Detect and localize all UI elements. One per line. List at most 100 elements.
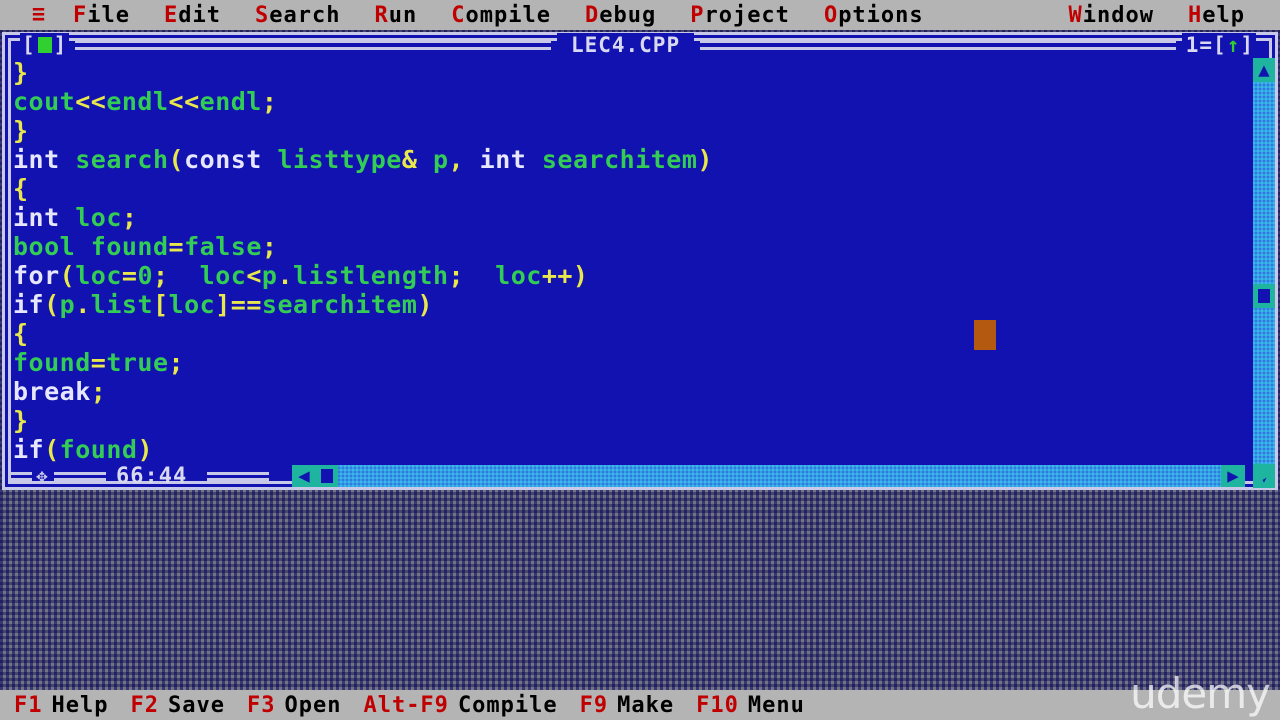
horizontal-scrollbar[interactable]: ◀ ▶ <box>292 465 1245 487</box>
horizontal-scrollbar-thumb[interactable] <box>316 465 338 487</box>
menu-hotkey: P <box>690 2 705 28</box>
code-token: found <box>13 348 91 377</box>
code-token: . <box>277 261 293 290</box>
code-token: = <box>90 348 107 377</box>
window-number: 1 <box>1185 33 1200 57</box>
code-token: < <box>246 261 262 290</box>
close-box-square <box>37 37 52 53</box>
code-line: { <box>13 174 1245 203</box>
code-token: listtype <box>277 145 402 174</box>
code-token: loc <box>199 261 247 290</box>
menu-item-options[interactable]: Options <box>824 3 924 28</box>
code-text-area[interactable]: } cout<<endl<<endl;} int search(const list… <box>13 58 1245 462</box>
menu-item-run[interactable]: Run <box>374 3 417 28</box>
menu-item-edit[interactable]: Edit <box>164 3 221 28</box>
fnkey-label: F1 <box>14 692 43 718</box>
vertical-scrollbar[interactable]: ▲ ▼ <box>1253 58 1275 488</box>
menu-item-file[interactable]: File <box>73 3 130 28</box>
window-resize-corner[interactable] <box>1248 462 1278 490</box>
fnkey-menu[interactable]: F10 Menu <box>696 693 805 718</box>
code-token: ; <box>261 232 278 261</box>
code-token: loc <box>75 203 122 232</box>
scroll-up-arrow-icon[interactable]: ▲ <box>1253 58 1275 82</box>
code-token: . <box>75 290 91 319</box>
code-line: } <box>13 406 1245 435</box>
code-token: int <box>13 203 60 232</box>
fnkey-action: Save <box>167 692 225 718</box>
code-token: [ <box>153 290 169 319</box>
vertical-scrollbar-thumb[interactable] <box>1253 284 1275 308</box>
menu-item-help[interactable]: Help <box>1188 3 1245 28</box>
resize-grip-icon[interactable]: ✥ <box>32 465 52 487</box>
code-token: } <box>13 406 29 435</box>
fnkey-compile[interactable]: Alt-F9 Compile <box>363 693 557 718</box>
line-column-indicator: 66:44 <box>116 463 188 489</box>
code-token: endl <box>106 87 169 116</box>
code-token: ( <box>59 261 76 290</box>
fnkey-label: F2 <box>130 692 159 718</box>
fnkey-help[interactable]: F1 Help <box>14 693 108 718</box>
menu-label: elp <box>1202 2 1245 28</box>
window-number-and-zoom-box[interactable]: 1=[↑] <box>1181 33 1257 57</box>
fnkey-action: Help <box>51 692 109 718</box>
code-token: ; <box>90 377 107 406</box>
close-box-icon[interactable]: [] <box>20 33 70 57</box>
menu-item-window[interactable]: Window <box>1069 3 1154 28</box>
code-token: endl <box>199 87 262 116</box>
code-token: list <box>90 290 154 319</box>
fnkey-open[interactable]: F3 Open <box>247 693 341 718</box>
code-token: searchitem <box>261 290 418 319</box>
turbo-cpp-ide-screen: ≡ File Edit Search Run Compile Debug Pro… <box>0 0 1280 720</box>
menu-hotkey: R <box>374 2 389 28</box>
code-token: ) <box>417 290 433 319</box>
code-token: loc <box>495 261 542 290</box>
status-rule-c <box>207 471 270 481</box>
fnkey-action: Menu <box>747 692 805 718</box>
code-token: 0 <box>137 261 153 290</box>
fnkey-label: F3 <box>246 692 276 718</box>
menu-item-compile[interactable]: Compile <box>451 3 551 28</box>
menu-item-project[interactable]: Project <box>690 3 790 28</box>
code-token: const <box>184 145 262 174</box>
code-token: << <box>75 87 107 116</box>
code-token: } <box>13 116 29 145</box>
code-line: found=true; <box>13 348 1245 377</box>
menu-item-debug[interactable]: Debug <box>585 3 656 28</box>
resize-corner-triangle-icon <box>1256 462 1274 484</box>
fnkey-make[interactable]: F9 Make <box>580 693 674 718</box>
code-token: ) <box>137 435 153 462</box>
text-cursor <box>974 320 996 350</box>
menu-item-search[interactable]: Search <box>255 3 340 28</box>
menu-hotkey: D <box>584 2 600 28</box>
code-line: bool found=false; <box>13 232 1245 261</box>
status-rule-b <box>54 471 106 481</box>
code-token: p <box>59 290 76 319</box>
scroll-right-arrow-icon[interactable]: ▶ <box>1221 465 1245 487</box>
code-token: searchitem <box>541 145 698 174</box>
fnkey-action: Open <box>284 692 342 718</box>
code-token: ++) <box>541 261 589 290</box>
hamburger-icon[interactable]: ≡ <box>22 4 56 26</box>
code-token: if <box>13 435 45 462</box>
code-token: listlength <box>293 261 449 290</box>
title-rule-left <box>75 40 551 50</box>
menu-hotkey: E <box>164 2 179 28</box>
zoom-box-arrow-icon: ↑ <box>1226 33 1241 57</box>
menu-label: ptions <box>838 2 924 28</box>
menu-hotkey: H <box>1188 2 1203 28</box>
code-line: int search(const listtype& p, int search… <box>13 145 1245 174</box>
code-line: cout<<endl<<endl; <box>13 87 1245 116</box>
code-token: found <box>90 232 169 261</box>
code-token: found <box>59 435 138 462</box>
code-token: loc <box>75 261 122 290</box>
code-token: for <box>13 261 60 290</box>
code-token: ; <box>168 348 185 377</box>
menu-hotkey: F <box>73 2 88 28</box>
code-line: } <box>13 58 1245 87</box>
fnkey-save[interactable]: F2 Save <box>130 693 224 718</box>
code-token: , <box>448 145 480 174</box>
code-line: if(p.list[loc]==searchitem) <box>13 290 1245 319</box>
